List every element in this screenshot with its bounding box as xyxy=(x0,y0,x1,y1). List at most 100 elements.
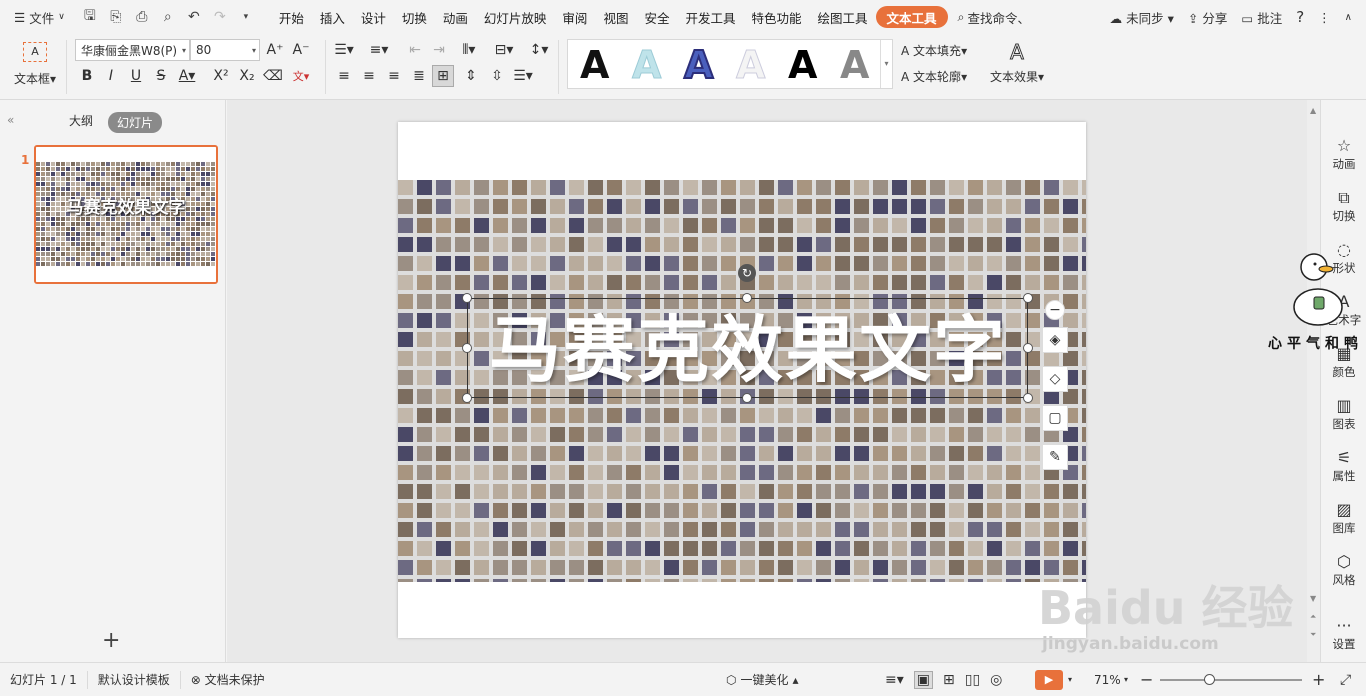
tab-8[interactable]: 安全 xyxy=(636,0,677,34)
resize-handle[interactable] xyxy=(1023,293,1033,303)
text-style-black[interactable]: A xyxy=(580,43,609,87)
tab-0[interactable]: 开始 xyxy=(271,0,312,34)
subscript-icon[interactable]: X₂ xyxy=(236,65,258,87)
search-command[interactable]: ⌕ 查找命令、 xyxy=(958,8,1031,27)
tab-5[interactable]: 幻灯片放映 xyxy=(476,0,555,34)
increase-indent-icon[interactable]: ⇥ xyxy=(428,39,450,61)
phonetic-icon[interactable]: 文▾ xyxy=(290,65,312,87)
tab-12[interactable]: 文本工具 xyxy=(875,6,948,28)
italic-icon[interactable]: I xyxy=(100,65,122,87)
align-text-icon[interactable]: ⊟▾ xyxy=(493,39,515,61)
layers-icon[interactable]: ◈ xyxy=(1042,327,1068,353)
spacing-before-icon[interactable]: ⇳ xyxy=(486,65,508,87)
sorter-view-icon[interactable]: ⊞ xyxy=(943,672,955,688)
line-spacing-icon[interactable]: ↕▾ xyxy=(528,39,550,61)
reading-view-icon[interactable]: ▯▯ xyxy=(965,672,980,688)
zoom-slider[interactable] xyxy=(1160,679,1302,681)
right-item-properties[interactable]: ⚟ 属性 xyxy=(1321,448,1366,484)
increase-font-icon[interactable]: A⁺ xyxy=(264,39,286,61)
text-style-white-outline[interactable]: A xyxy=(735,43,765,88)
zoom-slider-thumb[interactable] xyxy=(1204,674,1215,685)
bold-icon[interactable]: B xyxy=(76,65,98,87)
tab-outline[interactable]: 大纲 xyxy=(69,112,93,129)
format-painter-icon[interactable]: ⎘ xyxy=(105,6,127,28)
right-item-animation[interactable]: ☆ 动画 xyxy=(1321,136,1366,172)
paragraph-spacing-icon[interactable]: ⇕ xyxy=(460,65,482,87)
rotate-handle-icon[interactable]: ↻ xyxy=(738,264,756,282)
distributed-icon[interactable]: ⊞ xyxy=(432,65,454,87)
resize-handle[interactable] xyxy=(742,393,752,403)
font-color-icon[interactable]: A▾ xyxy=(176,65,198,87)
tab-1[interactable]: 插入 xyxy=(312,0,353,34)
collapse-panel-icon[interactable]: « xyxy=(7,113,14,127)
justify-icon[interactable]: ≣ xyxy=(408,65,430,87)
fit-window-icon[interactable]: ⤢ xyxy=(1340,672,1351,688)
comment-button[interactable]: ▭ 批注 xyxy=(1241,8,1282,27)
numbered-list-icon[interactable]: ≡▾ xyxy=(368,39,390,61)
font-name-select[interactable]: 华康俪金黑W8(P) ▾ xyxy=(75,39,190,61)
tab-2[interactable]: 设计 xyxy=(353,0,394,34)
add-slide-button[interactable]: + xyxy=(102,628,120,653)
resize-handle[interactable] xyxy=(742,293,752,303)
customize-icon[interactable]: ▾ xyxy=(235,6,257,28)
resize-handle[interactable] xyxy=(462,393,472,403)
tab-7[interactable]: 视图 xyxy=(595,0,636,34)
scroll-up-icon[interactable]: ▲ xyxy=(1310,106,1316,115)
text-style-light-blue[interactable]: A xyxy=(631,43,661,88)
right-item-chart[interactable]: ▥ 图表 xyxy=(1321,396,1366,432)
tab-11[interactable]: 绘图工具 xyxy=(810,0,876,34)
more-icon[interactable]: ⋮ xyxy=(1318,10,1331,25)
spacing-options-icon[interactable]: ☰▾ xyxy=(512,65,534,87)
print-icon[interactable]: ⎙ xyxy=(131,6,153,28)
template-name[interactable]: 默认设计模板 xyxy=(88,670,181,689)
text-effect-button[interactable]: A 文本效果▾ xyxy=(987,40,1047,85)
align-left-icon[interactable]: ≡ xyxy=(333,65,355,87)
text-style-solid-black[interactable]: A xyxy=(788,43,817,87)
tab-slides[interactable]: 幻灯片 xyxy=(108,112,163,133)
fill-bucket-icon[interactable]: ◇ xyxy=(1042,366,1068,392)
tab-4[interactable]: 动画 xyxy=(435,0,476,34)
file-menu-button[interactable]: ☰ 文件 ∨ xyxy=(0,0,73,34)
zoom-in-icon[interactable]: + xyxy=(1312,670,1325,689)
notes-icon[interactable]: ≡▾ xyxy=(885,672,904,688)
tab-9[interactable]: 开发工具 xyxy=(677,0,743,34)
tab-6[interactable]: 审阅 xyxy=(554,0,595,34)
zoom-level[interactable]: 71% xyxy=(1094,673,1121,687)
resize-handle[interactable] xyxy=(462,343,472,353)
tab-3[interactable]: 切换 xyxy=(394,0,435,34)
font-size-select[interactable]: 80 ▾ xyxy=(190,39,260,61)
gallery-scroll[interactable]: ▾ xyxy=(880,40,892,88)
normal-view-icon[interactable]: ▣ xyxy=(913,670,933,689)
zoom-dropdown-icon[interactable]: ▾ xyxy=(1124,675,1128,684)
text-style-blue-outline[interactable]: A xyxy=(683,42,714,88)
redo-icon[interactable]: ↷ xyxy=(209,6,231,28)
play-options-icon[interactable]: ▾ xyxy=(1068,675,1072,684)
strikethrough-icon[interactable]: S xyxy=(150,65,172,87)
resize-handle[interactable] xyxy=(462,293,472,303)
slide-title-text[interactable]: 马赛克效果文字 xyxy=(468,300,1028,400)
slide-thumbnail[interactable]: 马赛克效果文字 xyxy=(34,145,218,284)
text-fill-button[interactable]: A 文本填充▾ xyxy=(901,42,967,59)
underline-icon[interactable]: U xyxy=(125,65,147,87)
print-preview-icon[interactable]: ⌕ xyxy=(157,6,179,28)
text-direction-icon[interactable]: ⫴▾ xyxy=(458,39,480,61)
undo-icon[interactable]: ↶ xyxy=(183,6,205,28)
play-slideshow-button[interactable]: ▶ xyxy=(1035,669,1063,690)
right-item-gallery[interactable]: ▨ 图库 xyxy=(1321,500,1366,536)
share-button[interactable]: ⇪ 分享 xyxy=(1188,8,1227,27)
slide-canvas[interactable]: 马赛克效果文字 ↻ xyxy=(398,122,1086,638)
align-right-icon[interactable]: ≡ xyxy=(383,65,405,87)
right-item-transition[interactable]: ⧉ 切换 xyxy=(1321,188,1366,224)
tab-10[interactable]: 特色功能 xyxy=(743,0,809,34)
resize-handle[interactable] xyxy=(1023,343,1033,353)
align-center-icon[interactable]: ≡ xyxy=(358,65,380,87)
collapse-tools-icon[interactable]: − xyxy=(1045,300,1065,320)
bullet-list-icon[interactable]: ☰▾ xyxy=(333,39,355,61)
sync-button[interactable]: ☁ 未同步 ▾ xyxy=(1110,8,1174,27)
text-outline-button[interactable]: A 文本轮廓▾ xyxy=(901,68,967,85)
beautify-button[interactable]: ⬡ 一键美化 ▴ xyxy=(726,671,799,688)
collapse-ribbon-icon[interactable]: ∧ xyxy=(1345,12,1352,23)
decrease-font-icon[interactable]: A⁻ xyxy=(290,39,312,61)
zoom-out-icon[interactable]: − xyxy=(1140,670,1153,689)
help-icon[interactable]: ? xyxy=(1296,8,1304,26)
